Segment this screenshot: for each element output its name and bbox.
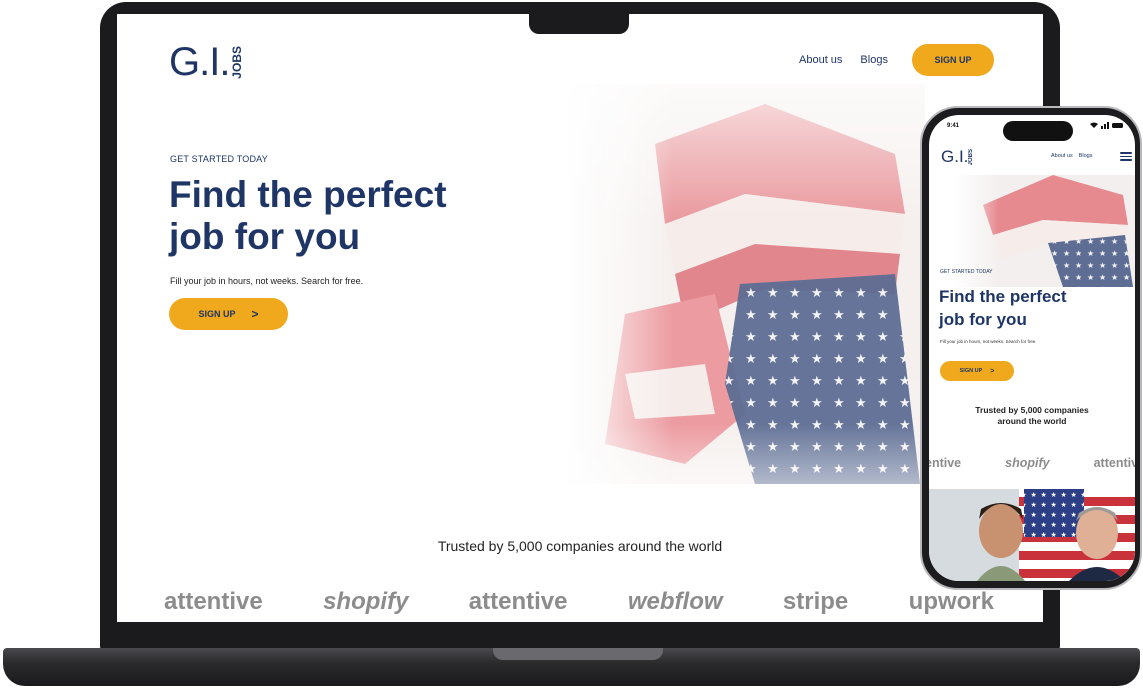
site-logo[interactable]: G.I. JOBS [169, 40, 245, 85]
mobile-trusted-line1: Trusted by 5,000 companies [975, 405, 1089, 415]
chevron-right-icon: > [990, 367, 995, 375]
nav-signup-button[interactable]: SIGN UP [911, 44, 994, 76]
mobile-signup-button[interactable]: SIGN UP > [940, 361, 1014, 381]
mobile-hero-subtitle: Fill your job in hours, not weeks. Searc… [940, 339, 1037, 344]
mobile-top-nav: About us Blogs [1051, 153, 1092, 159]
logo-badge: JOBS [230, 46, 245, 79]
mobile-site-logo[interactable]: G.I. JOBS [941, 147, 974, 167]
status-time: 9:41 [947, 123, 960, 129]
partner-logo: webflow [627, 588, 723, 615]
laptop-hinge-groove [493, 648, 663, 660]
nav-about-link[interactable]: About us [799, 54, 842, 66]
nav-blogs-link[interactable]: Blogs [860, 54, 888, 66]
mobile-signup-label: SIGN UP [959, 368, 983, 374]
mobile-hero-eyebrow: GET STARTED TODAY [940, 269, 993, 275]
mobile-trusted-line2: around the world [997, 416, 1067, 426]
desktop-website: G.I. JOBS About us Blogs SIGN UP GET STA… [117, 14, 1043, 622]
partner-logo: attentive [164, 588, 263, 615]
partner-logo: upwork [908, 588, 994, 615]
hero-flag-image: ★ [565, 84, 925, 484]
hero-subtitle: Fill your job in hours, not weeks. Searc… [170, 276, 364, 286]
hero-signup-label: SIGN UP [198, 309, 236, 319]
mobile-logo-badge: JOBS [968, 148, 975, 166]
partner-logo: stripe [782, 588, 849, 615]
status-icons [1089, 121, 1125, 132]
logo-text: G.I. [169, 40, 230, 84]
hero-title-line2: job for you [169, 216, 361, 257]
team-photo: ★ [929, 489, 1135, 581]
partner-logo: attentive [1093, 456, 1135, 470]
mobile-trusted-heading: Trusted by 5,000 companies around the wo… [929, 405, 1135, 427]
top-nav: About us Blogs SIGN UP [799, 44, 994, 76]
camera-notch [529, 12, 629, 34]
hero-eyebrow: GET STARTED TODAY [170, 154, 268, 164]
mobile-website: 9:41 G.I. JOBS About us Blogs ★ [929, 115, 1135, 581]
partner-logo: shopify [1005, 456, 1050, 470]
trusted-heading: Trusted by 5,000 companies around the wo… [437, 538, 723, 554]
mobile-hero-title: Find the perfect job for you [939, 285, 1129, 331]
dynamic-island [1003, 121, 1073, 141]
mobile-nav-about-link[interactable]: About us [1051, 153, 1073, 159]
partner-logo: shopify [323, 588, 409, 615]
partner-logo: attentive [468, 588, 568, 615]
partner-logo: entive [929, 456, 962, 470]
mobile-hero-title-line1: Find the perfect [939, 287, 1067, 306]
mobile-partner-logos: entive shopify attentive [929, 456, 1135, 470]
hero-title-line1: Find the perfect [169, 174, 447, 215]
mobile-hero-title-line2: job for you [939, 310, 1027, 329]
hamburger-menu-icon[interactable] [1120, 152, 1132, 161]
mobile-logo-text: G.I. [941, 147, 969, 166]
mobile-nav-blogs-link[interactable]: Blogs [1079, 153, 1093, 159]
partner-logos: attentive shopify attentive webflow stri… [164, 588, 994, 616]
hero-signup-button[interactable]: SIGN UP > [169, 298, 288, 330]
chevron-right-icon: > [251, 307, 259, 321]
hero-title: Find the perfect job for you [169, 174, 529, 258]
